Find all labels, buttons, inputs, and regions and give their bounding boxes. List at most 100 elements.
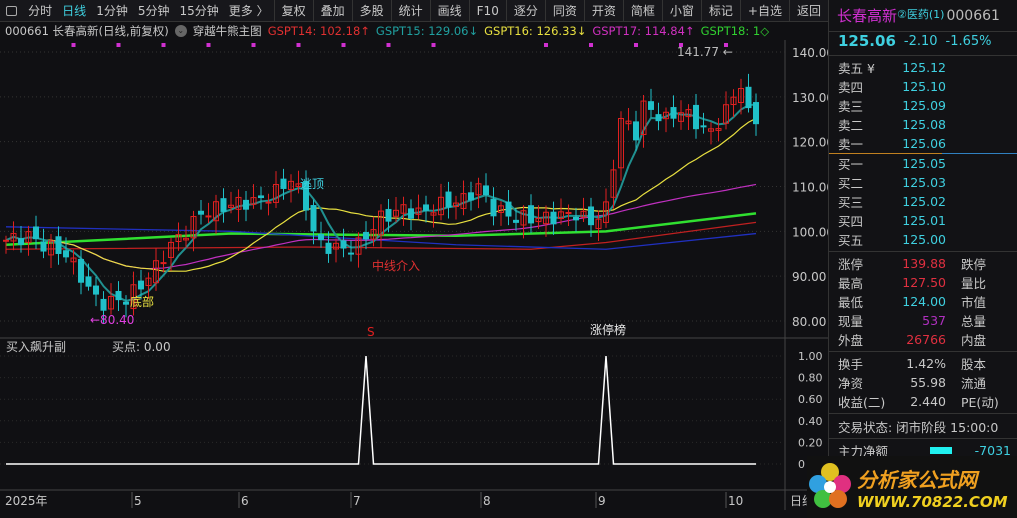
date-tick: 6 — [241, 494, 249, 508]
candle-body — [280, 178, 287, 189]
candle-body — [325, 242, 332, 254]
candle-body — [588, 206, 594, 226]
quote-label: 买三 — [838, 195, 864, 210]
sub-indicator-title[interactable]: 买入飙升副 — [6, 339, 66, 354]
stock-code: 000661 — [946, 7, 1000, 24]
quote-row: 买一 125.05 — [829, 154, 1017, 173]
quote-row: 最低 124.00 市值 — [829, 292, 1017, 311]
toolbar-button[interactable]: 复权 — [273, 0, 313, 22]
date-tick: 10 — [728, 494, 743, 508]
quote-label: 换手 — [838, 357, 864, 372]
kline-chart[interactable]: 140.00 130.00 120.00 110.00 100.00 90.00 80.00… — [0, 40, 828, 510]
signal-dot — [161, 43, 166, 47]
flower-logo-icon — [809, 463, 851, 508]
quote-row: 卖二 125.08 — [829, 115, 1017, 134]
toolbar-button[interactable]: 简框 — [622, 0, 662, 22]
candle-body — [505, 201, 512, 217]
period-tab[interactable]: 15分钟 — [174, 0, 223, 22]
quote-value: 26766 — [906, 332, 946, 347]
quote-row: 收益(二) 2.440 PE(动) — [829, 392, 1017, 411]
quote-value: 125.00 — [902, 232, 946, 247]
quote-label: 现量 — [838, 314, 864, 329]
candle-body — [408, 208, 414, 219]
date-tick: 2025年 — [5, 494, 48, 508]
quote-label: 最低 — [838, 295, 864, 310]
candle-body — [385, 208, 392, 222]
period-tab[interactable]: 日线 — [57, 0, 91, 22]
candle-body — [310, 205, 317, 232]
toolbar-button[interactable]: +自选 — [739, 0, 789, 22]
quote-value: 139.88 — [902, 256, 946, 271]
quote-label-right: PE(动) — [961, 395, 999, 410]
annotation-bottom: 底部 — [130, 294, 154, 309]
toolbar-button[interactable]: 多股 — [351, 0, 391, 22]
date-tick: 9 — [598, 494, 606, 508]
indicator-name[interactable]: 穿越牛熊主图 — [193, 23, 262, 39]
toolbar-button[interactable]: 开资 — [583, 0, 623, 22]
annotation-zt: 涨停榜 — [590, 322, 626, 337]
candle-body — [670, 107, 677, 119]
watermark-logo: 分析家公式网 WWW.70822.COM — [807, 456, 1017, 518]
quote-row: 买三 125.02 — [829, 192, 1017, 211]
quote-label: 买二 — [838, 176, 864, 191]
quote-value: 125.08 — [902, 117, 946, 132]
quote-label: 外盘 — [838, 333, 864, 348]
annotation-s: S — [367, 325, 375, 339]
price-tick: 140.00 — [792, 46, 828, 60]
gspt-value: GSPT18: 1◇ — [700, 24, 770, 38]
date-tick: 5 — [134, 494, 142, 508]
quote-label: 卖五 ¥ — [838, 61, 875, 76]
price-change: -2.10 — [903, 33, 938, 49]
toolbar-button[interactable]: 返回 — [788, 0, 828, 22]
period-tab[interactable]: 5分钟 — [133, 0, 175, 22]
quote-row: 外盘 26766 内盘 — [829, 330, 1017, 349]
period-tab[interactable]: 1分钟 — [91, 0, 133, 22]
candle-body — [655, 114, 662, 122]
annotation-high: 141.77 ← — [677, 45, 733, 59]
quote-label-right: 内盘 — [961, 333, 987, 348]
price-change-pct: -1.65% — [945, 33, 992, 49]
candle-body — [265, 201, 272, 204]
candle-body — [33, 226, 39, 240]
quote-row: 最高 127.50 量比 — [829, 273, 1017, 292]
toolbar-button[interactable]: 同资 — [544, 0, 584, 22]
sub-tick: 0.80 — [798, 372, 823, 385]
quote-row: 买二 125.03 — [829, 173, 1017, 192]
candle-body — [138, 280, 144, 290]
quote-label: 卖四 — [838, 80, 864, 95]
panel-toggle-icon[interactable] — [6, 5, 18, 16]
candle-body — [483, 185, 489, 196]
gspt-value: GSPT16: 126.33↓ — [484, 24, 587, 38]
toolbar-button[interactable]: 画线 — [429, 0, 469, 22]
toolbar-button[interactable]: 小窗 — [661, 0, 701, 22]
quote-label: 净资 — [838, 376, 864, 391]
sub-tick: 0.60 — [798, 393, 823, 406]
candle-body — [745, 86, 752, 109]
candle-body — [528, 205, 534, 224]
sub-indicator-value: 买点: 0.00 — [112, 340, 171, 354]
annotation-mid: 中线介入 — [372, 258, 420, 273]
signal-dot — [544, 43, 548, 47]
quote-label: 收益(二) — [838, 395, 886, 410]
date-tick: 7 — [353, 494, 361, 508]
candle-body — [220, 198, 227, 212]
quote-value: 127.50 — [902, 275, 946, 290]
quote-value: 125.10 — [902, 79, 946, 94]
sector-link[interactable]: ②医药(1) — [897, 6, 944, 22]
toolbar-button[interactable]: 标记 — [700, 0, 740, 22]
last-price: 125.06 — [838, 32, 896, 50]
signal-dot — [206, 43, 211, 47]
toolbar-button[interactable]: 统计 — [390, 0, 430, 22]
candle-body — [700, 125, 707, 128]
chart-info-row: 000661 长春高新(日线,前复权) ⌄ 穿越牛熊主图 GSPT14: 102… — [0, 22, 785, 40]
period-tab[interactable]: 更多 〉 — [224, 0, 274, 22]
candle-body — [63, 250, 69, 258]
toolbar-button[interactable]: F10 — [468, 0, 506, 22]
price-tick: 90.00 — [792, 270, 826, 284]
quote-label-right: 市值 — [961, 295, 987, 310]
sub-tick: 0.40 — [798, 415, 823, 428]
toolbar-button[interactable]: 逐分 — [505, 0, 545, 22]
period-tab[interactable]: 分时 — [23, 0, 57, 22]
indicator-dropdown-icon[interactable]: ⌄ — [174, 25, 187, 37]
toolbar-button[interactable]: 叠加 — [312, 0, 352, 22]
